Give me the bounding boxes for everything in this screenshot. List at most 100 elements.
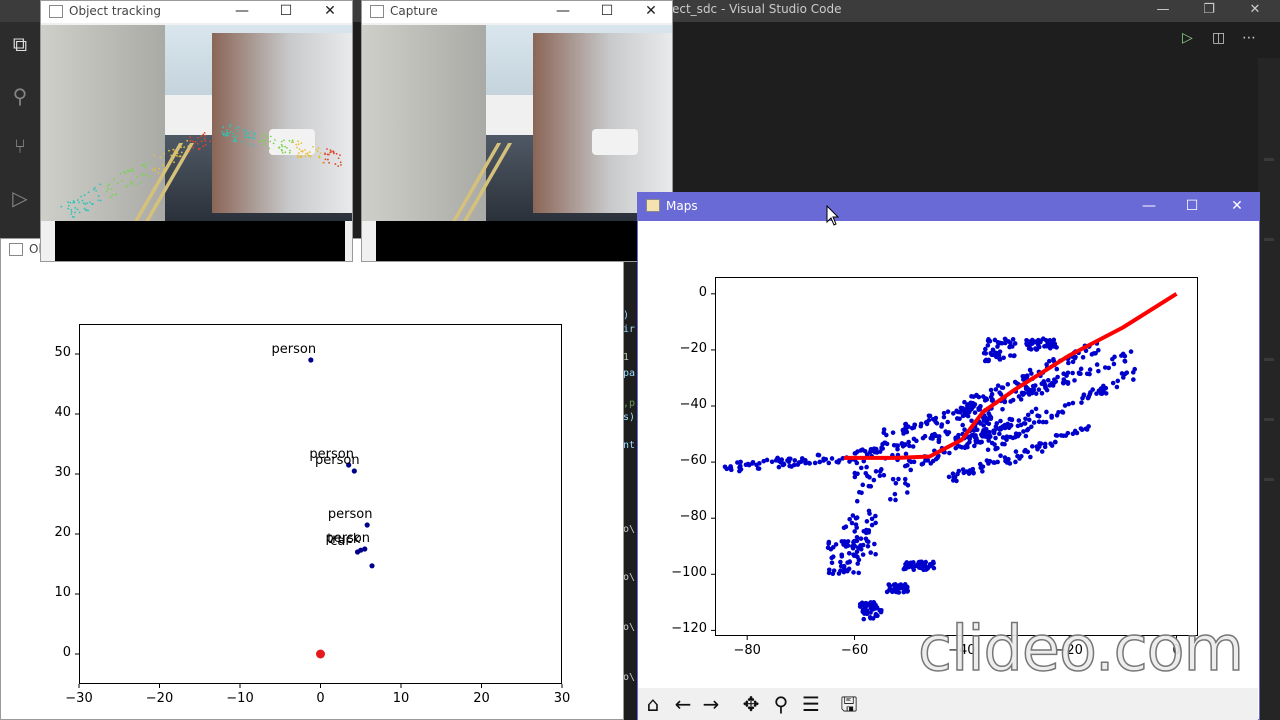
landmark-point — [985, 358, 991, 364]
landmark-point — [1017, 431, 1022, 437]
landmark-point — [914, 438, 919, 444]
home-icon[interactable]: ⌂ — [640, 692, 666, 716]
landmark-point — [990, 347, 996, 353]
landmark-point — [872, 541, 877, 547]
landmark-point — [854, 460, 860, 466]
landmark-point — [847, 516, 852, 522]
landmark-point — [1010, 435, 1016, 441]
y-tick-label: −60 — [679, 453, 707, 469]
landmark-point — [869, 522, 875, 528]
landmark-point — [893, 497, 898, 503]
landmark-point — [1036, 387, 1042, 392]
watermark: clideo.com — [917, 611, 1245, 686]
landmark-point — [845, 560, 850, 565]
landmark-point — [855, 449, 860, 454]
landmark-point — [1016, 394, 1022, 399]
landmark-point — [958, 410, 963, 415]
landmark-point — [1122, 359, 1128, 364]
landmark-point — [927, 563, 933, 569]
landmark-point — [1048, 441, 1053, 446]
landmark-point — [1103, 385, 1109, 391]
landmark-point — [867, 475, 872, 480]
landmark-point — [863, 600, 869, 606]
landmark-point — [871, 477, 877, 483]
landmark-point — [861, 528, 867, 534]
landmark-point — [980, 429, 986, 435]
landmark-point — [858, 536, 864, 541]
landmark-point — [1065, 381, 1071, 386]
landmark-point — [947, 450, 952, 456]
landmark-point — [1081, 392, 1087, 397]
back-icon[interactable]: ← — [670, 692, 696, 716]
landmark-point — [1033, 406, 1039, 412]
landmark-point — [1054, 366, 1060, 372]
landmark-point — [1043, 343, 1049, 349]
landmark-point — [845, 539, 851, 544]
landmark-point — [792, 458, 798, 463]
landmark-point — [981, 350, 987, 356]
configure-icon[interactable]: ☰ — [798, 692, 824, 716]
landmark-point — [1025, 426, 1031, 432]
landmark-point — [1065, 370, 1071, 376]
landmark-point — [1066, 360, 1071, 366]
landmark-point — [1055, 374, 1060, 380]
landmark-point — [860, 552, 866, 557]
landmark-point — [851, 539, 856, 545]
landmark-point — [991, 428, 996, 434]
landmark-point — [1052, 344, 1058, 349]
landmark-point — [859, 490, 864, 496]
landmark-point — [1028, 339, 1033, 345]
zoom-icon[interactable]: ⚲ — [768, 692, 794, 716]
landmark-point — [1035, 446, 1040, 452]
landmark-point — [933, 456, 939, 462]
landmark-point — [1049, 382, 1055, 387]
landmark-point — [1060, 410, 1066, 415]
landmark-point — [1099, 391, 1105, 396]
landmark-point — [898, 585, 903, 591]
landmark-point — [978, 465, 984, 471]
landmark-point — [945, 409, 951, 414]
landmark-point — [993, 435, 998, 441]
save-icon[interactable]: 🖫 — [836, 692, 862, 716]
y-tick-label: −20 — [679, 340, 707, 356]
landmark-point — [1002, 441, 1007, 447]
landmark-point — [1062, 403, 1068, 408]
landmark-point — [902, 476, 908, 482]
landmark-point — [983, 396, 989, 401]
landmark-point — [1098, 386, 1104, 391]
landmark-point — [979, 439, 984, 445]
landmark-point — [1087, 367, 1093, 372]
landmark-point — [983, 346, 988, 352]
pan-icon[interactable]: ✥ — [738, 692, 764, 716]
landmark-point — [1029, 409, 1035, 415]
landmark-point — [870, 607, 876, 612]
landmark-point — [1073, 354, 1078, 360]
landmark-point — [881, 427, 887, 432]
landmark-point — [888, 496, 893, 502]
landmark-point — [728, 465, 734, 470]
landmark-point — [1132, 366, 1138, 372]
forward-icon[interactable]: → — [698, 692, 724, 716]
landmark-point — [1009, 344, 1015, 349]
landmark-point — [841, 569, 847, 575]
landmark-point — [989, 440, 995, 446]
landmark-point — [953, 445, 959, 451]
landmark-point — [1006, 456, 1011, 462]
landmark-point — [849, 520, 855, 526]
landmark-point — [1025, 412, 1031, 418]
landmark-point — [929, 432, 935, 438]
landmark-point — [817, 459, 823, 465]
landmark-point — [1015, 423, 1021, 429]
landmark-point — [866, 508, 872, 514]
landmark-point — [852, 474, 858, 480]
landmark-point — [983, 434, 988, 439]
landmark-point — [972, 434, 978, 440]
landmark-point — [859, 601, 864, 607]
landmark-point — [1078, 366, 1084, 372]
landmark-point — [812, 460, 818, 466]
landmark-point — [989, 391, 995, 397]
landmark-point — [864, 538, 870, 544]
landmark-point — [1052, 439, 1058, 445]
maps-toolbar: ⌂ ← → ✥ ⚲ ☰ 🖫 — [638, 688, 1258, 720]
landmark-point — [789, 464, 794, 469]
